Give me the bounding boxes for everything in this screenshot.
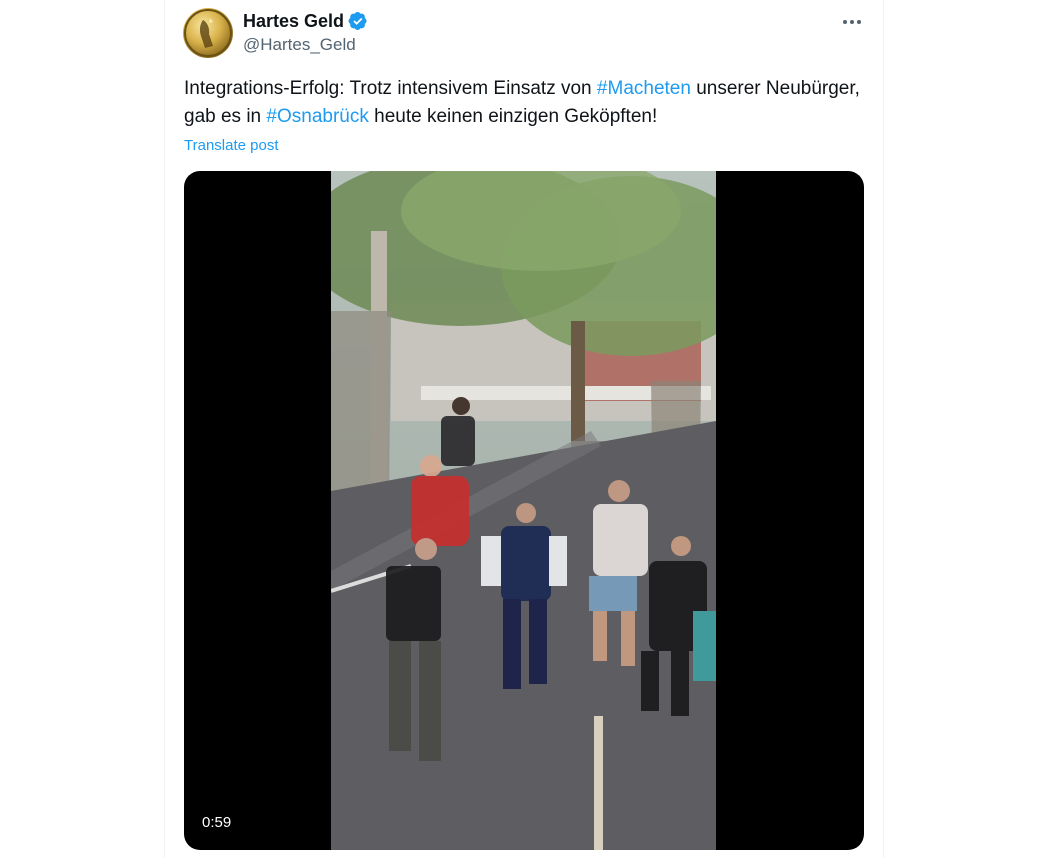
post-text: Integrations-Erfolg: Trotz intensivem Ei…: [184, 75, 864, 131]
hashtag-link[interactable]: #Osnabrück: [266, 106, 368, 127]
author-handle[interactable]: @Hartes_Geld: [243, 35, 356, 55]
post-text-part: heute keinen einzigen Geköpften!: [368, 106, 658, 127]
verified-badge-icon: [348, 11, 368, 31]
post-text-part: Integrations-Erfolg: Trotz intensivem Ei…: [184, 78, 597, 99]
page: Hartes Geld @Hartes_Geld Integrations-Er…: [0, 0, 1050, 858]
translate-post-link[interactable]: Translate post: [184, 137, 279, 154]
author-display-name[interactable]: Hartes Geld: [243, 10, 344, 32]
hashtag-link[interactable]: #Macheten: [597, 78, 691, 99]
more-dot-icon: [857, 20, 861, 24]
more-options-button[interactable]: [835, 8, 869, 36]
video-player[interactable]: 0:59: [184, 171, 864, 850]
author-name-row: Hartes Geld: [243, 10, 368, 32]
video-thumbnail: [301, 171, 761, 850]
tweet[interactable]: Hartes Geld @Hartes_Geld Integrations-Er…: [165, 0, 883, 858]
column-border-right: [883, 0, 884, 858]
more-dot-icon: [843, 20, 847, 24]
video-duration: 0:59: [202, 814, 232, 831]
more-dot-icon: [850, 20, 854, 24]
avatar[interactable]: [183, 8, 233, 58]
